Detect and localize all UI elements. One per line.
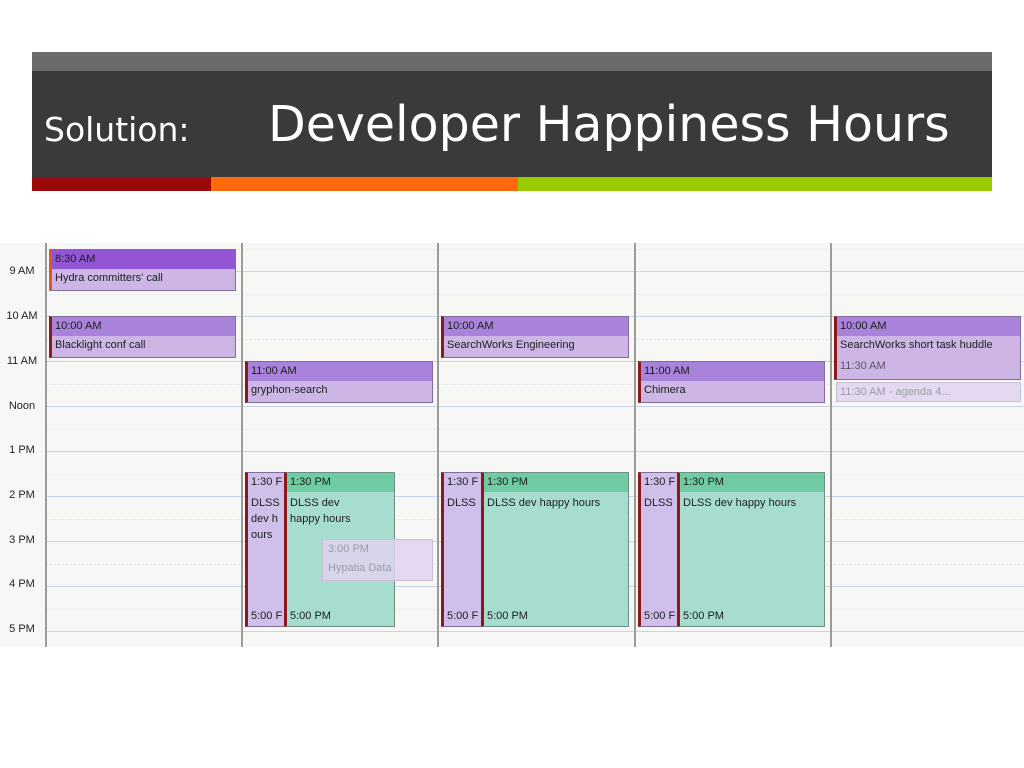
event-title: DLSS dev happy hours <box>487 497 601 509</box>
slide-title: Developer Happiness Hours <box>268 96 950 153</box>
event-time: 10:00 AM <box>444 317 628 336</box>
calendar-week-view: 9 AM 10 AM 11 AM Noon 1 PM 2 PM 3 PM 4 P… <box>0 243 1024 647</box>
time-label: 11 AM <box>6 355 38 367</box>
calendar-event-ghost[interactable]: 3:00 PM Hypatia Data <box>322 539 433 581</box>
header-top-band <box>32 52 992 71</box>
event-time: 1:30 PM <box>680 473 824 492</box>
event-end-time: 5:00 F <box>644 610 676 622</box>
event-time: 10:00 AM <box>837 317 1020 336</box>
time-label: 4 PM <box>9 578 35 590</box>
event-time: 11:00 AM <box>248 362 432 381</box>
day-divider <box>830 243 832 647</box>
grid-line <box>46 451 1024 452</box>
time-label: 3 PM <box>9 534 35 546</box>
stripe-red <box>32 177 211 191</box>
day-divider <box>437 243 439 647</box>
event-time: 1:30 F <box>248 473 284 492</box>
event-end-time: 5:00 F <box>447 610 479 622</box>
event-end-time: 5:00 F <box>251 610 283 622</box>
event-time: 11:00 AM <box>641 362 824 381</box>
calendar-event[interactable]: 1:30 PM DLSS dev happy hours 5:00 PM <box>677 472 825 627</box>
event-time: 1:30 F <box>641 473 678 492</box>
calendar-event[interactable]: 8:30 AM Hydra committers' call <box>49 249 236 291</box>
calendar-event[interactable]: 11:00 AM Chimera <box>638 361 825 403</box>
event-title: DLSS <box>447 497 476 509</box>
color-stripe <box>32 177 992 191</box>
time-label: 2 PM <box>9 489 35 501</box>
time-label: 1 PM <box>9 444 35 456</box>
stripe-green <box>518 177 992 191</box>
calendar-event[interactable]: 1:30 PM DLSS dev happy hours 5:00 PM <box>481 472 629 627</box>
event-title: Blacklight conf call <box>55 339 146 351</box>
event-title: Chimera <box>644 384 686 396</box>
event-time: 1:30 F <box>444 473 481 492</box>
event-title: SearchWorks Engineering <box>447 339 575 351</box>
event-title: 11:30 AM - agenda 4... <box>840 386 951 398</box>
grid-line <box>46 429 1024 430</box>
day-divider <box>45 243 47 647</box>
calendar-event[interactable]: 11:00 AM gryphon-search <box>245 361 433 403</box>
calendar-event-ghost[interactable]: 11:30 AM - agenda 4... <box>836 382 1021 402</box>
calendar-event[interactable]: 10:00 AM Blacklight conf call <box>49 316 236 358</box>
event-time: 1:30 PM <box>287 473 394 492</box>
event-title: DLSS dev happy hours <box>290 497 351 525</box>
event-title: Hypatia Data <box>328 562 392 574</box>
event-end-time: 5:00 PM <box>683 610 724 622</box>
time-label: 9 AM <box>9 265 35 277</box>
grid-line <box>46 406 1024 407</box>
grid-line <box>46 294 1024 295</box>
event-title: SearchWorks short task huddle <box>840 339 993 351</box>
event-end-time: 5:00 PM <box>290 610 331 622</box>
event-title: DLSS dev happy hours <box>683 497 797 509</box>
event-title: Hydra committers' call <box>55 272 163 284</box>
slide-header: Solution: Developer Happiness Hours <box>32 52 992 177</box>
slide-prefix: Solution: <box>44 110 190 149</box>
calendar-event[interactable]: 10:00 AM SearchWorks Engineering <box>441 316 629 358</box>
time-label: 10 AM <box>6 310 38 322</box>
event-time: 10:00 AM <box>52 317 235 336</box>
event-title: gryphon-search <box>251 384 328 396</box>
calendar-event[interactable]: 1:30 F DLSS dev hours 5:00 F <box>245 472 285 627</box>
grid-line <box>46 631 1024 632</box>
time-label: Noon <box>8 400 36 412</box>
calendar-event[interactable]: 1:30 F DLSS 5:00 F <box>638 472 679 627</box>
event-title: DLSS dev hours <box>251 497 280 541</box>
event-time: 1:30 PM <box>484 473 628 492</box>
time-label: 5 PM <box>9 623 35 635</box>
event-end-time: 5:00 PM <box>487 610 528 622</box>
day-divider <box>241 243 243 647</box>
event-time: 3:00 PM <box>328 543 369 555</box>
day-divider <box>634 243 636 647</box>
event-subtime: 11:30 AM <box>840 360 886 372</box>
calendar-event[interactable]: 10:00 AM SearchWorks short task huddle 1… <box>834 316 1021 380</box>
event-time: 8:30 AM <box>52 250 235 269</box>
calendar-event[interactable]: 1:30 F DLSS 5:00 F <box>441 472 482 627</box>
stripe-orange <box>211 177 518 191</box>
event-title: DLSS <box>644 497 673 509</box>
